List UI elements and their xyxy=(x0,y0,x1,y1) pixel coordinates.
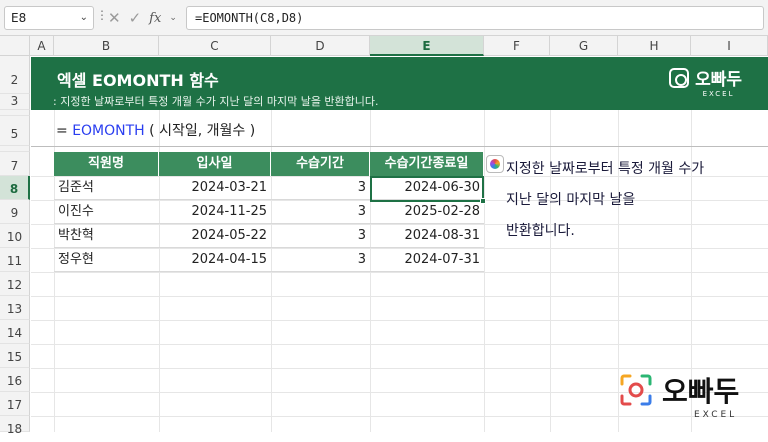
row-header-17[interactable]: 17 xyxy=(0,392,30,416)
table-header-end-date[interactable]: 수습기간종료일 xyxy=(370,152,484,176)
row-header-15[interactable]: 15 xyxy=(0,344,30,368)
name-box[interactable]: E8 ⌄ xyxy=(4,6,94,30)
title-banner: 엑셀 EOMONTH 함수 : 지정한 날짜로부터 특정 개월 수가 지난 달의… xyxy=(31,57,768,110)
syntax-function-name: EOMONTH xyxy=(72,123,145,139)
row-header-10[interactable]: 10 xyxy=(0,224,30,248)
column-header-a[interactable]: A xyxy=(30,36,54,56)
column-header-f[interactable]: F xyxy=(484,36,550,56)
column-header-d[interactable]: D xyxy=(271,36,370,56)
active-cell-e8[interactable] xyxy=(370,176,486,204)
formula-expand-icon[interactable]: ⌄ xyxy=(169,13,177,23)
row-header-14[interactable]: 14 xyxy=(0,320,30,344)
column-header-g[interactable]: G xyxy=(550,36,618,56)
formula-bar: E8 ⌄ ⋮ ✕ ✓ fx ⌄ =EOMONTH(C8,D8) xyxy=(0,0,768,36)
copilot-icon[interactable] xyxy=(486,155,504,173)
column-header-b[interactable]: B xyxy=(54,36,159,56)
brand-logo-icon xyxy=(620,374,652,406)
brand-logo-icon xyxy=(669,67,690,88)
table-header-probation[interactable]: 수습기간 xyxy=(271,152,370,176)
brand-name: 오빠두 xyxy=(662,375,740,408)
insert-function-icon[interactable]: fx xyxy=(149,11,161,26)
banner-title: 엑셀 EOMONTH 함수 xyxy=(57,71,219,90)
table-cell[interactable]: 2024-04-15 xyxy=(159,248,271,272)
more-options-icon[interactable]: ⋮ xyxy=(96,8,108,22)
row-header-5[interactable]: 5 xyxy=(0,116,30,146)
column-header-h[interactable]: H xyxy=(618,36,691,56)
brand-sub: EXCEL xyxy=(694,410,738,420)
note-line-2: 지난 달의 마지막 날을 xyxy=(506,192,636,208)
column-header-i[interactable]: I xyxy=(691,36,768,56)
row-header-12[interactable]: 12 xyxy=(0,272,30,296)
syntax-underline xyxy=(31,146,768,147)
table-cell[interactable]: 2024-07-31 xyxy=(370,248,484,272)
table-cell[interactable]: 3 xyxy=(271,200,370,224)
formula-buttons: ✕ ✓ fx ⌄ xyxy=(108,6,177,30)
confirm-icon[interactable]: ✓ xyxy=(129,9,142,27)
syntax-prefix: = xyxy=(56,123,68,139)
table-cell[interactable]: 이진수 xyxy=(54,200,159,224)
banner-brand-logo: 오빠두 EXCEL xyxy=(669,65,742,98)
row-header-2[interactable]: 2 xyxy=(0,56,30,94)
table-cell[interactable]: 2024-08-31 xyxy=(370,224,484,248)
column-header-e[interactable]: E xyxy=(370,36,484,56)
table-header-hire-date[interactable]: 입사일 xyxy=(159,152,271,176)
table-cell[interactable]: 정우현 xyxy=(54,248,159,272)
banner-subtitle: : 지정한 날짜로부터 특정 개월 수가 지난 달의 마지막 날을 반환합니다. xyxy=(53,95,379,108)
table-cell[interactable]: 3 xyxy=(271,176,370,200)
banner-brand-sub: EXCEL xyxy=(702,90,735,98)
table-cell[interactable]: 2025-02-28 xyxy=(370,200,484,224)
syntax-arguments: ( 시작일, 개월수 ) xyxy=(149,123,256,139)
column-header-c[interactable]: C xyxy=(159,36,271,56)
name-box-value: E8 xyxy=(11,11,27,25)
formula-input[interactable]: =EOMONTH(C8,D8) xyxy=(186,6,764,30)
table-cell[interactable]: 2024-11-25 xyxy=(159,200,271,224)
cancel-icon[interactable]: ✕ xyxy=(108,9,121,27)
table-cell[interactable]: 김준석 xyxy=(54,176,159,200)
fill-handle[interactable] xyxy=(480,198,486,204)
table-header-name[interactable]: 직원명 xyxy=(54,152,159,176)
chevron-down-icon[interactable]: ⌄ xyxy=(80,7,88,29)
row-header-13[interactable]: 13 xyxy=(0,296,30,320)
note-line-1: 지정한 날짜로부터 특정 개월 수가 xyxy=(506,161,705,177)
note-line-3: 반환합니다. xyxy=(506,223,575,239)
table-cell[interactable]: 2024-05-22 xyxy=(159,224,271,248)
table-cell[interactable]: 박찬혁 xyxy=(54,224,159,248)
table-cell[interactable]: 3 xyxy=(271,224,370,248)
row-header-18[interactable]: 18 xyxy=(0,416,30,436)
row-header-16[interactable]: 16 xyxy=(0,368,30,392)
row-header-9[interactable]: 9 xyxy=(0,200,30,224)
row-header-7[interactable]: 7 xyxy=(0,152,30,176)
row-header-3[interactable]: 3 xyxy=(0,94,30,110)
row-header-11[interactable]: 11 xyxy=(0,248,30,272)
row-header-8[interactable]: 8 xyxy=(0,176,30,200)
column-header-bar: A B C D E F G H I xyxy=(0,36,768,56)
banner-brand-name: 오빠두 xyxy=(695,70,742,90)
table-cell[interactable]: 3 xyxy=(271,248,370,272)
table-cell[interactable]: 2024-03-21 xyxy=(159,176,271,200)
description-note: 지정한 날짜로부터 특정 개월 수가 지난 달의 마지막 날을 반환합니다. xyxy=(506,154,736,247)
select-all-corner[interactable] xyxy=(0,36,30,56)
function-syntax: = EOMONTH ( 시작일, 개월수 ) xyxy=(56,120,255,140)
